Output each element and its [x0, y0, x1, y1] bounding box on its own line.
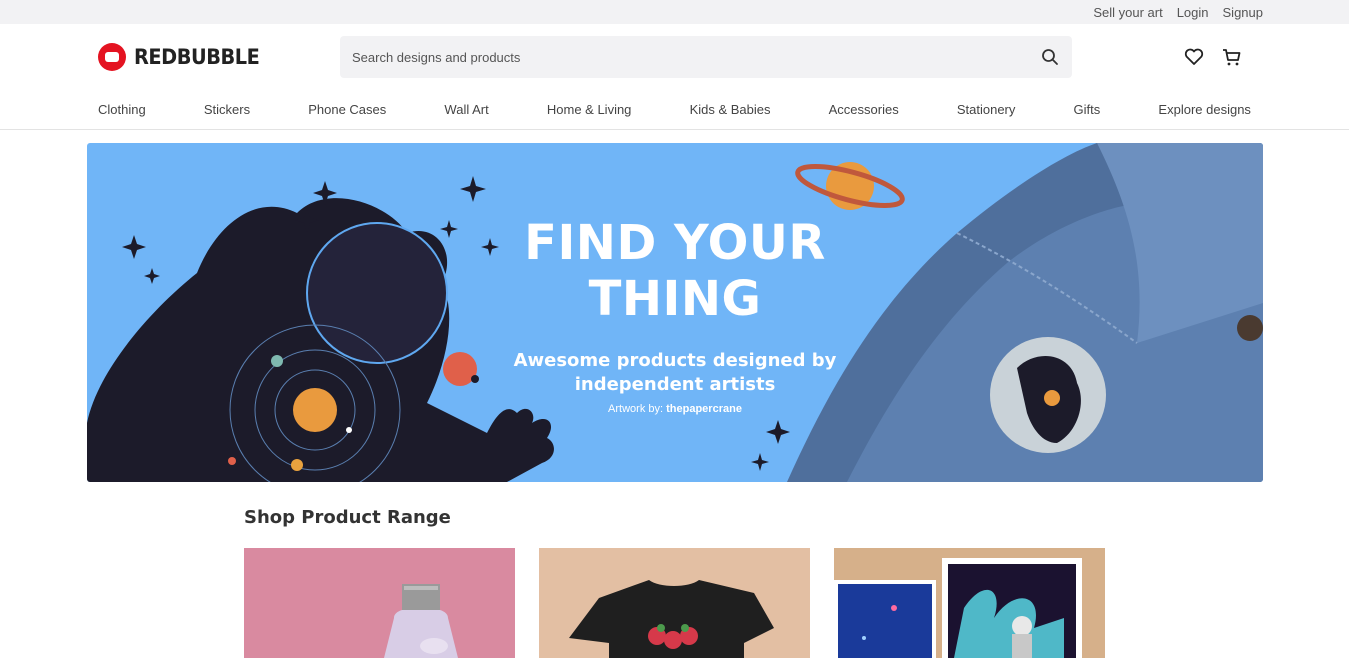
section-title: Shop Product Range: [244, 507, 451, 528]
product-card-wall-art[interactable]: [834, 548, 1105, 658]
site-header: REDBUBBLE: [0, 24, 1349, 90]
signup-link[interactable]: Signup: [1223, 5, 1263, 20]
nav-wall-art[interactable]: Wall Art: [444, 102, 488, 117]
search-icon[interactable]: [1040, 47, 1060, 67]
hero-credit: Artwork by: thepapercrane: [507, 403, 843, 415]
nav-stickers[interactable]: Stickers: [204, 102, 250, 117]
hero-subtitle-line-2: independent artists: [574, 374, 776, 395]
login-link[interactable]: Login: [1177, 5, 1209, 20]
hero-title: FIND YOUR THING: [507, 215, 843, 327]
logo-mark-icon: [98, 43, 126, 71]
astronaut-illustration: [87, 198, 554, 482]
ringed-planet: [795, 162, 905, 210]
top-utility-bar: Sell your art Login Signup: [0, 0, 1349, 24]
nav-clothing[interactable]: Clothing: [98, 102, 146, 117]
nav-kids-babies[interactable]: Kids & Babies: [690, 102, 771, 117]
nav-stationery[interactable]: Stationery: [957, 102, 1016, 117]
hero-subtitle: Awesome products designed by independent…: [507, 349, 843, 397]
nav-phone-cases[interactable]: Phone Cases: [308, 102, 386, 117]
nav-gifts[interactable]: Gifts: [1074, 102, 1101, 117]
nav-explore-designs[interactable]: Explore designs: [1158, 102, 1251, 117]
product-card-water-bottle[interactable]: [244, 548, 515, 658]
hero-text-block: FIND YOUR THING Awesome products designe…: [507, 215, 843, 415]
hero-banner[interactable]: FIND YOUR THING Awesome products designe…: [87, 143, 1263, 482]
category-nav: Clothing Stickers Phone Cases Wall Art H…: [0, 90, 1349, 130]
search-input[interactable]: [352, 49, 1012, 65]
credit-prefix: Artwork by:: [608, 403, 664, 415]
brand-logo[interactable]: REDBUBBLE: [98, 43, 270, 71]
hero-subtitle-line-1: Awesome products designed by: [513, 350, 837, 371]
nav-accessories[interactable]: Accessories: [829, 102, 899, 117]
search-bar: [340, 36, 1072, 78]
hero-title-line-1: FIND YOUR: [524, 215, 826, 271]
wall-art-image: [834, 558, 1082, 658]
heart-icon[interactable]: [1183, 46, 1205, 68]
water-bottle-image: [384, 584, 458, 658]
hero-title-line-2: THING: [588, 271, 762, 327]
sell-your-art-link[interactable]: Sell your art: [1093, 5, 1162, 20]
credit-artist[interactable]: thepapercrane: [666, 403, 742, 415]
nav-home-living[interactable]: Home & Living: [547, 102, 632, 117]
product-card-t-shirt[interactable]: [539, 548, 810, 658]
cart-icon[interactable]: [1221, 46, 1243, 68]
t-shirt-image: [569, 580, 774, 658]
brand-name: REDBUBBLE: [134, 45, 260, 69]
